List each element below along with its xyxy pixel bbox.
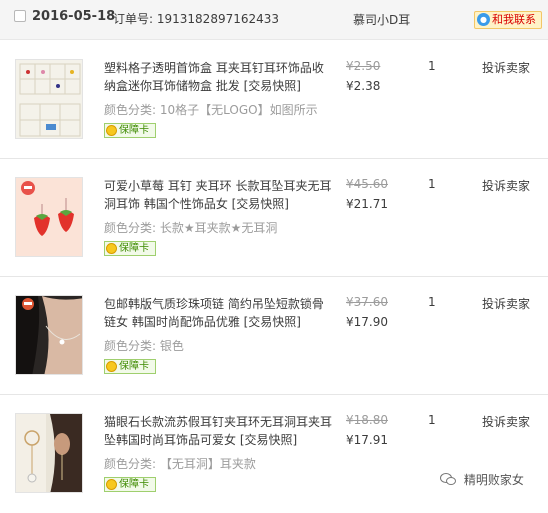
guarantee-icon	[106, 125, 117, 136]
contact-seller-button[interactable]: ● 和我联系	[474, 11, 542, 29]
product-thumbnail[interactable]	[15, 177, 83, 257]
wechat-icon	[440, 473, 456, 485]
quantity: 1	[428, 177, 436, 191]
chat-icon: ●	[477, 13, 490, 26]
original-price: ¥37.60	[346, 295, 388, 309]
order-number-label: 订单号:	[113, 12, 154, 26]
product-image-storage-box	[16, 60, 82, 138]
shop-name-link[interactable]: 慕司小D耳	[353, 11, 425, 28]
product-sku: 颜色分类: 10格子【无LOGO】如图所示	[104, 103, 318, 117]
order-item: 猫眼石长款流苏假耳钉夹耳环无耳洞耳夹耳坠韩国时尚耳饰品可爱女 [交易快照] 颜色…	[0, 395, 548, 513]
guarantee-icon	[106, 243, 117, 254]
product-sku: 颜色分类: 【无耳洞】耳夹款	[104, 457, 256, 471]
guarantee-label: 保障卡	[119, 125, 149, 136]
product-sku: 颜色分类: 银色	[104, 339, 184, 353]
product-title-link[interactable]: 包邮韩版气质珍珠项链 简约吊坠短款锁骨链女 韩国时尚配饰品优雅 [交易快照]	[104, 295, 332, 331]
order-checkbox[interactable]	[14, 10, 26, 22]
product-title-link[interactable]: 塑料格子透明首饰盒 耳夹耳钉耳环饰品收纳盒迷你耳饰储物盒 批发 [交易快照]	[104, 59, 332, 95]
original-price: ¥18.80	[346, 413, 388, 427]
product-title-link[interactable]: 猫眼石长款流苏假耳钉夹耳环无耳洞耳夹耳坠韩国时尚耳饰品可爱女 [交易快照]	[104, 413, 332, 449]
watermark-text: 精明败家女	[463, 473, 524, 487]
paid-price: ¥2.38	[346, 79, 381, 93]
product-image-pearl-necklace	[16, 296, 82, 374]
paid-price: ¥17.91	[346, 433, 388, 447]
guarantee-label: 保障卡	[119, 243, 149, 254]
guarantee-badge[interactable]: 保障卡	[104, 241, 156, 256]
product-title-link[interactable]: 可爱小草莓 耳钉 夹耳环 长款耳坠耳夹无耳洞耳饰 韩国个性饰品女 [交易快照]	[104, 177, 332, 213]
product-thumbnail[interactable]	[15, 413, 83, 493]
guarantee-icon	[106, 361, 117, 372]
paid-price: ¥17.90	[346, 315, 388, 329]
complain-seller-link[interactable]: 投诉卖家	[482, 177, 530, 194]
quantity: 1	[428, 413, 436, 427]
guarantee-icon	[106, 479, 117, 490]
order-date: 2016-05-18	[32, 9, 116, 24]
product-image-cat-eye-earrings	[16, 414, 82, 492]
quantity: 1	[428, 59, 436, 73]
guarantee-label: 保障卡	[119, 361, 149, 372]
product-thumbnail[interactable]	[15, 59, 83, 139]
original-price: ¥2.50	[346, 59, 381, 73]
product-sku: 颜色分类: 长款★耳夹款★无耳洞	[104, 221, 278, 235]
product-thumbnail[interactable]	[15, 295, 83, 375]
guarantee-badge[interactable]: 保障卡	[104, 359, 156, 374]
order-number: 1913182897162433	[156, 12, 280, 26]
quantity: 1	[428, 295, 436, 309]
guarantee-badge[interactable]: 保障卡	[104, 477, 156, 492]
contact-seller-label: 和我联系	[492, 13, 536, 26]
order-header: 2016-05-18 订单号: 1913182897162433 慕司小D耳 ●…	[0, 0, 548, 40]
paid-price: ¥21.71	[346, 197, 388, 211]
order-number-row: 订单号: 1913182897162433	[113, 10, 279, 27]
watermark: 精明败家女	[440, 471, 524, 488]
order-item: 可爱小草莓 耳钉 夹耳环 长款耳坠耳夹无耳洞耳饰 韩国个性饰品女 [交易快照] …	[0, 159, 548, 277]
guarantee-label: 保障卡	[119, 479, 149, 490]
guarantee-badge[interactable]: 保障卡	[104, 123, 156, 138]
complain-seller-link[interactable]: 投诉卖家	[482, 59, 530, 76]
order-item: 包邮韩版气质珍珠项链 简约吊坠短款锁骨链女 韩国时尚配饰品优雅 [交易快照] 颜…	[0, 277, 548, 395]
order-item: 塑料格子透明首饰盒 耳夹耳钉耳环饰品收纳盒迷你耳饰储物盒 批发 [交易快照] 颜…	[0, 41, 548, 159]
original-price: ¥45.60	[346, 177, 388, 191]
product-image-strawberry-earrings	[16, 178, 82, 256]
complain-seller-link[interactable]: 投诉卖家	[482, 295, 530, 312]
complain-seller-link[interactable]: 投诉卖家	[482, 413, 530, 430]
